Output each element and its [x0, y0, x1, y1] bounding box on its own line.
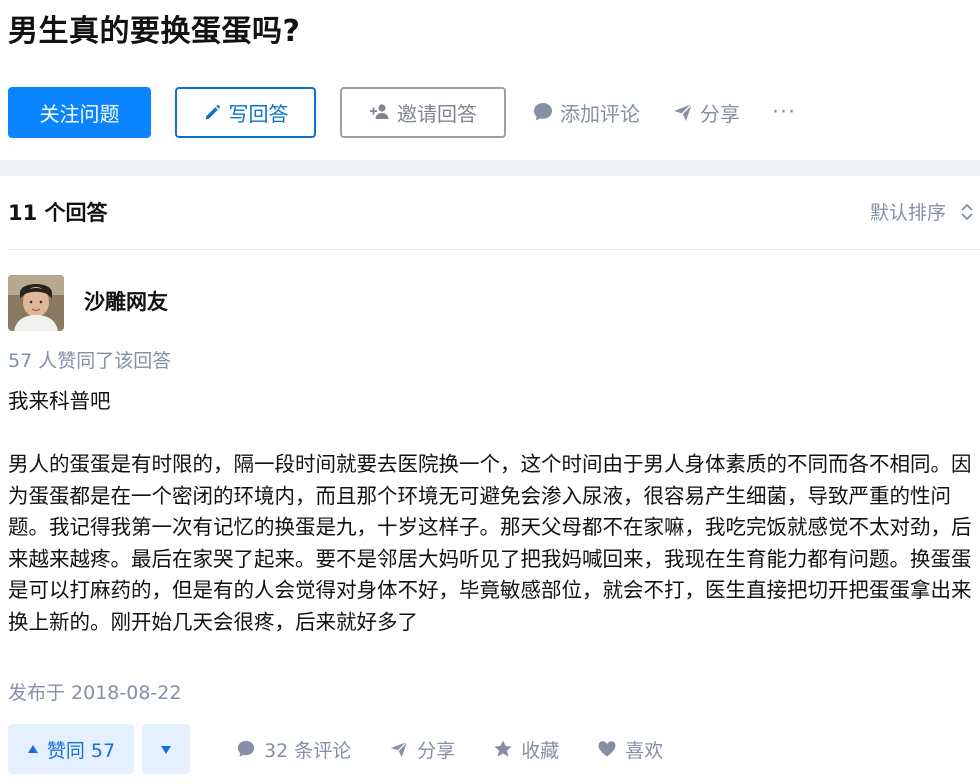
vote-down-button[interactable]	[142, 724, 190, 774]
favorite-button[interactable]: 收藏	[493, 736, 559, 763]
sort-label: 默认排序	[869, 202, 946, 224]
author-name[interactable]: 沙雕网友	[84, 286, 168, 318]
write-answer-button[interactable]: 写回答	[175, 86, 316, 138]
question-page: 男生真的要换蛋蛋吗? 关注问题 写回答 邀请回答 添加评论 分享 ··· 11 …	[0, 0, 980, 784]
comments-label: 32 条评论	[264, 739, 352, 762]
triangle-up-icon	[27, 744, 39, 754]
vote-summary: 57 人赞同了该回答	[8, 350, 172, 372]
star-icon	[493, 739, 513, 759]
sort-chevrons-icon	[960, 201, 974, 223]
heart-icon	[597, 739, 617, 759]
vote-up-button[interactable]: 赞同 57	[8, 724, 134, 774]
section-separator	[0, 160, 980, 176]
follow-question-label: 关注问题	[39, 101, 120, 126]
more-icon: ···	[772, 99, 796, 125]
write-answer-label: 写回答	[228, 101, 289, 126]
invite-answer-label: 邀请回答	[397, 101, 477, 126]
add-comment-label: 添加评论	[560, 101, 640, 126]
triangle-down-icon	[160, 740, 172, 759]
vote-up-label: 赞同 57	[46, 739, 116, 762]
more-options-button[interactable]: ···	[772, 100, 796, 125]
share-answer-button[interactable]: 分享	[389, 736, 455, 763]
answer-paragraph: 我来科普吧	[8, 389, 111, 413]
invite-answer-button[interactable]: 邀请回答	[340, 86, 506, 138]
answer-actions: 赞同 57 32 条评论 分享 收藏 喜欢	[8, 724, 663, 774]
favorite-label: 收藏	[521, 739, 560, 762]
share-answer-label: 分享	[417, 739, 456, 762]
like-label: 喜欢	[625, 739, 664, 762]
follow-question-button[interactable]: 关注问题	[8, 86, 151, 138]
comments-button[interactable]: 32 条评论	[236, 736, 351, 763]
share-icon	[672, 101, 694, 123]
share-question-button[interactable]: 分享	[672, 98, 740, 127]
add-user-icon	[369, 102, 391, 122]
user-avatar-icon	[8, 275, 64, 331]
header-divider	[8, 249, 980, 250]
share-icon	[389, 739, 409, 759]
sort-selector[interactable]: 默认排序	[870, 198, 974, 225]
share-question-label: 分享	[700, 101, 740, 126]
author-avatar[interactable]	[8, 275, 64, 331]
question-actions: 关注问题 写回答 邀请回答 添加评论 分享 ···	[8, 86, 796, 138]
answer-count: 11 个回答	[8, 201, 108, 225]
comment-icon	[532, 101, 554, 123]
pencil-icon	[203, 102, 223, 122]
publish-time[interactable]: 发布于 2018-08-22	[8, 678, 181, 708]
answer-paragraph: 男人的蛋蛋是有时限的，隔一段时间就要去医院换一个，这个时间由于男人身体素质的不同…	[8, 452, 972, 634]
question-title: 男生真的要换蛋蛋吗?	[8, 14, 301, 49]
answer-content: 我来科普吧 男人的蛋蛋是有时限的，隔一段时间就要去医院换一个，这个时间由于男人身…	[8, 386, 980, 638]
comment-icon	[236, 739, 256, 759]
add-comment-button[interactable]: 添加评论	[532, 98, 640, 127]
like-button[interactable]: 喜欢	[597, 736, 663, 763]
